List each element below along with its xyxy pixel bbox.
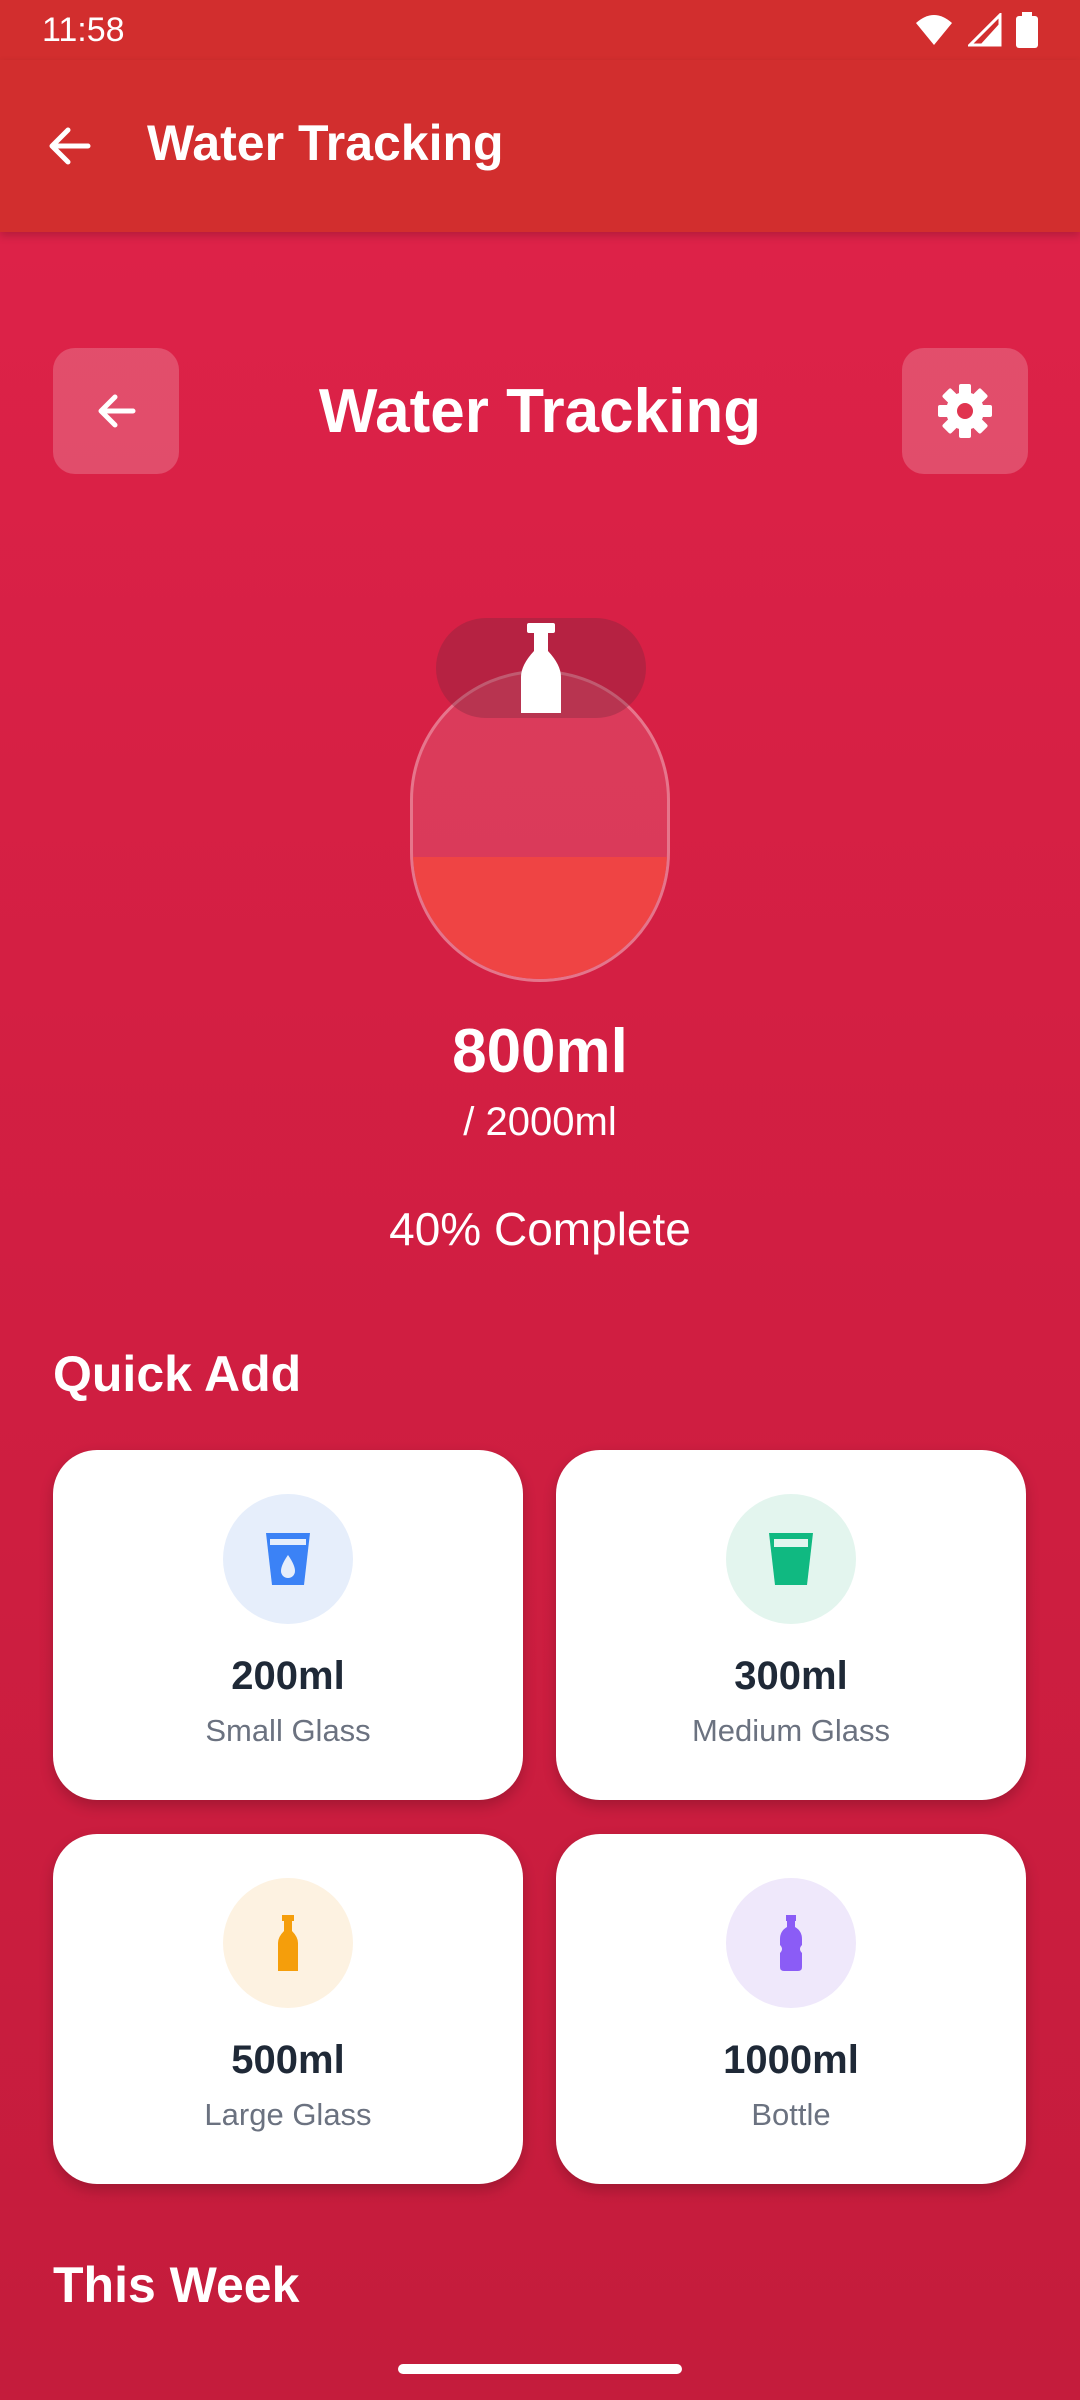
quick-add-label: Bottle <box>751 2097 831 2132</box>
icon-circle <box>726 1878 856 2008</box>
quick-add-label: Large Glass <box>204 2097 372 2132</box>
quick-add-amount: 500ml <box>231 2038 345 2082</box>
home-indicator[interactable] <box>398 2364 682 2374</box>
icon-circle <box>223 1878 353 2008</box>
quick-add-amount: 1000ml <box>723 2038 859 2082</box>
current-intake: 800ml <box>452 1017 628 1086</box>
quick-add-medium-glass[interactable]: 300ml Medium Glass <box>556 1450 1026 1800</box>
this-week-title: This Week <box>53 2257 300 2313</box>
bottle-cap <box>436 618 646 718</box>
quick-add-small-glass[interactable]: 200ml Small Glass <box>53 1450 523 1800</box>
icon-circle <box>223 1494 353 1624</box>
gear-icon <box>938 384 992 438</box>
daily-goal: / 2000ml <box>463 1100 617 1144</box>
water-bottle-icon <box>780 1915 802 1971</box>
wifi-icon <box>916 15 952 45</box>
status-bar: 11:58 <box>0 0 1080 60</box>
quick-add-label: Small Glass <box>205 1713 371 1748</box>
signal-icon <box>968 13 1002 47</box>
app-bar: Water Tracking <box>0 60 1080 232</box>
water-fill-level <box>413 856 667 979</box>
icon-circle <box>726 1494 856 1624</box>
status-time: 11:58 <box>42 10 125 49</box>
glass-drop-icon <box>266 1533 310 1585</box>
water-bottle-progress <box>410 618 670 983</box>
glass-icon <box>769 1533 813 1585</box>
bottle-icon <box>278 1915 298 1971</box>
quick-add-label: Medium Glass <box>691 1713 891 1748</box>
app-bar-title: Water Tracking <box>147 115 504 171</box>
status-icons <box>914 12 1038 48</box>
app-bar-back-icon[interactable] <box>42 118 98 174</box>
quick-add-amount: 300ml <box>734 1654 848 1698</box>
battery-icon <box>1016 12 1038 48</box>
quick-add-amount: 200ml <box>231 1654 345 1698</box>
settings-button[interactable] <box>902 348 1028 474</box>
percent-complete: 40% Complete <box>389 1203 691 1255</box>
quick-add-title: Quick Add <box>53 1346 302 1402</box>
quick-add-large-glass[interactable]: 500ml Large Glass <box>53 1834 523 2184</box>
quick-add-bottle[interactable]: 1000ml Bottle <box>556 1834 1026 2184</box>
bottle-top-icon <box>521 623 561 713</box>
